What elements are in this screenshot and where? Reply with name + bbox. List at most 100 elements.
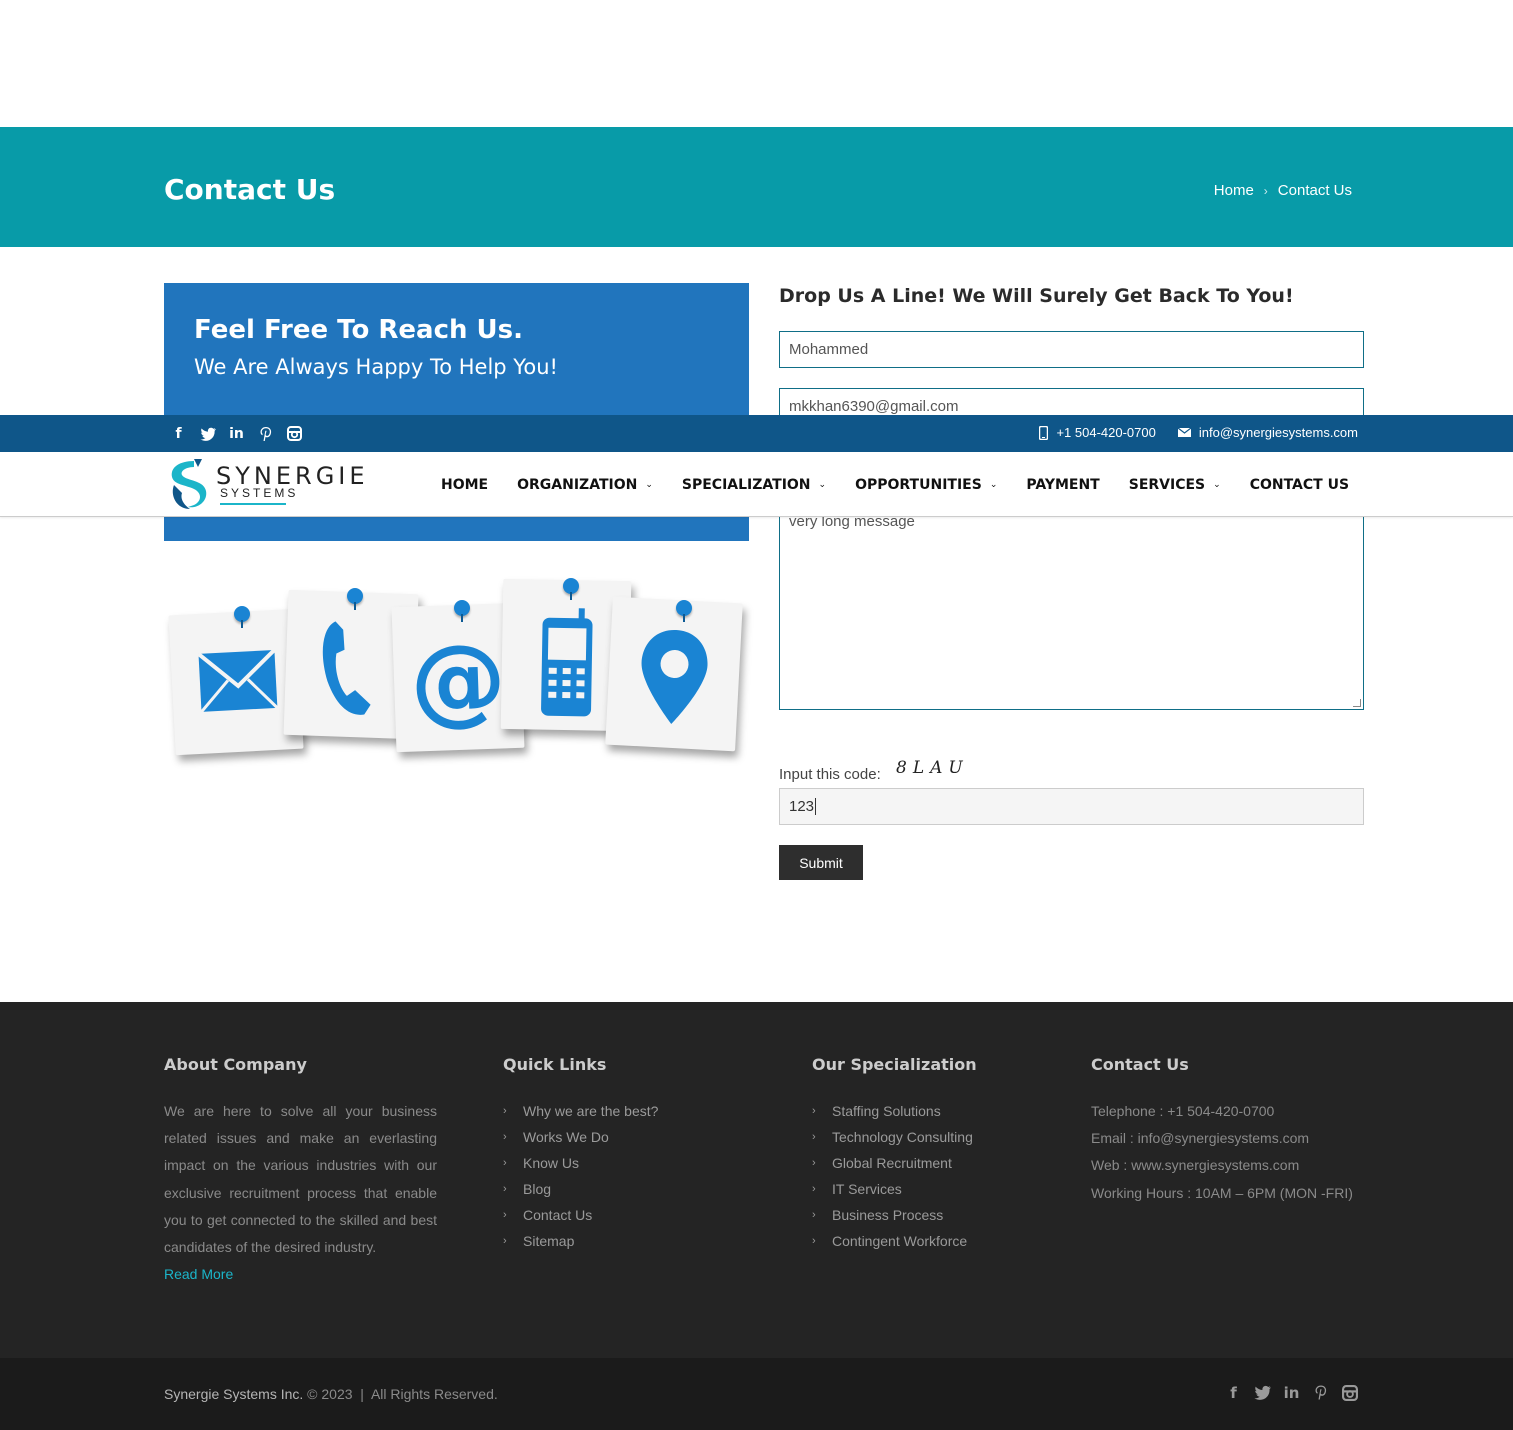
reach-us-title: Feel Free To Reach Us. (194, 315, 524, 345)
location-note (605, 596, 743, 752)
footer-quick-links-title: Quick Links (503, 1055, 607, 1074)
nav-item-label: OPPORTUNITIES (855, 477, 982, 493)
copyright-text: © 2023 | All Rights Reserved. (303, 1386, 498, 1402)
specialization-link-item[interactable]: › Technology Consulting (812, 1124, 973, 1150)
quick-link-item-label: Contact Us (523, 1207, 593, 1223)
chevron-down-icon: ⌄ (1213, 480, 1221, 490)
bottom-social-links: f in (1225, 1384, 1358, 1402)
pushpin-icon (234, 606, 250, 628)
captcha-input[interactable]: 123 (779, 788, 1364, 825)
nav-item-organization[interactable]: ORGANIZATION ⌄ (517, 477, 653, 493)
captcha-input-text: 123 (789, 798, 815, 815)
footer-contact-item: Telephone : +1 504-420-0700 (1091, 1103, 1275, 1119)
reach-us-subtitle: We Are Always Happy To Help You! (194, 355, 558, 379)
chevron-right-icon: › (812, 1183, 816, 1195)
chevron-down-icon: ⌄ (645, 480, 653, 490)
top-contact-info: +1 504-420-0700 info@synergiesystems.com (1039, 425, 1358, 440)
footer-contact-item: Email : info@synergiesystems.com (1091, 1130, 1310, 1147)
main-navbar: SYNERGIE SYSTEMS HOME ORGANIZATION ⌄ SPECIA… (0, 452, 1513, 517)
logo-s-mark-icon (171, 459, 207, 509)
top-phone[interactable]: +1 504-420-0700 (1039, 425, 1156, 440)
instagram-icon[interactable] (1341, 1384, 1358, 1401)
quick-link-item-label: Why we are the best? (523, 1103, 659, 1119)
copyright: Synergie Systems Inc. © 2023 | All Right… (164, 1386, 498, 1402)
linkedin-icon[interactable]: in (228, 425, 245, 442)
nav-item-contact-us[interactable]: CONTACT US (1250, 477, 1349, 493)
quick-link-item[interactable]: › Why we are the best? (503, 1098, 658, 1124)
nav-item-label: HOME (441, 477, 489, 493)
footer-specialization-title: Our Specialization (812, 1055, 977, 1074)
chevron-right-icon: › (812, 1235, 816, 1247)
quick-links-list: › Why we are the best? › Works We Do › Know U… (503, 1098, 658, 1254)
chevron-right-icon: › (503, 1209, 507, 1221)
facebook-icon[interactable]: f (1225, 1384, 1242, 1402)
captcha-image: 8LAU (896, 758, 969, 778)
specialization-link-item[interactable]: › IT Services (812, 1176, 973, 1202)
email-input[interactable]: mkkhan6390@gmail.com (779, 388, 1364, 418)
resize-handle[interactable] (1353, 699, 1361, 707)
breadcrumb-current: Contact Us (1277, 182, 1352, 199)
specialization-link-item[interactable]: › Staffing Solutions (812, 1098, 973, 1124)
footer-bottom-bar: Synergie Systems Inc. © 2023 | All Right… (0, 1358, 1513, 1430)
chevron-right-icon: › (812, 1131, 816, 1143)
chevron-right-icon: › (812, 1157, 816, 1169)
chevron-down-icon: ⌄ (989, 480, 998, 490)
message-textarea[interactable]: very long message (779, 500, 1364, 710)
chevron-right-icon: › (812, 1105, 816, 1117)
nav-item-home[interactable]: HOME (441, 477, 488, 493)
quick-link-item[interactable]: › Works We Do (503, 1124, 658, 1150)
footer-contact-list: Telephone : +1 504-420-0700 Email : info@… (1091, 1098, 1353, 1207)
text-caret (815, 798, 817, 815)
nav-item-label: PAYMENT (1026, 477, 1100, 493)
quick-link-item-label: Sitemap (523, 1233, 575, 1249)
breadcrumb-home-link[interactable]: Home (1214, 182, 1254, 199)
top-email-text: info@synergiesystems.com (1198, 425, 1358, 440)
pushpin-icon (563, 578, 579, 600)
quick-link-item[interactable]: › Blog (503, 1176, 658, 1202)
submit-button[interactable]: Submit (779, 845, 863, 880)
specialization-link-item-label: Technology Consulting (832, 1129, 973, 1145)
breadcrumb: Home › Contact Us (1214, 182, 1352, 199)
linkedin-icon[interactable]: in (1283, 1384, 1300, 1402)
chevron-down-icon: ⌄ (818, 480, 827, 490)
top-email[interactable]: info@synergiesystems.com (1177, 425, 1358, 440)
nav-item-services[interactable]: SERVICES ⌄ (1129, 477, 1221, 493)
quick-link-item[interactable]: › Contact Us (503, 1202, 658, 1228)
logo-underline (220, 503, 286, 505)
main-menu: HOME ORGANIZATION ⌄ SPECIALIZATION ⌄ OPPORTUN… (441, 477, 1349, 493)
quick-link-item-label: Works We Do (523, 1129, 609, 1145)
twitter-icon[interactable] (199, 425, 216, 442)
nav-item-label: ORGANIZATION (517, 477, 638, 493)
name-input[interactable]: Mohammed (779, 331, 1364, 368)
nav-item-payment[interactable]: PAYMENT (1026, 477, 1099, 493)
pinterest-icon[interactable] (257, 425, 274, 442)
read-more-link[interactable]: Read More (164, 1266, 233, 1282)
top-phone-text: +1 504-420-0700 (1056, 425, 1156, 440)
specialization-link-item[interactable]: › Global Recruitment (812, 1150, 973, 1176)
top-social-links: f in (170, 425, 303, 442)
specialization-link-item[interactable]: › Contingent Workforce (812, 1228, 973, 1254)
footer-about-text: We are here to solve all your business r… (164, 1103, 437, 1256)
pushpin-icon (347, 588, 363, 610)
specialization-link-item[interactable]: › Business Process (812, 1202, 973, 1228)
footer-about-title: About Company (164, 1055, 307, 1074)
nav-item-label: SPECIALIZATION (681, 477, 811, 493)
nav-item-specialization[interactable]: SPECIALIZATION ⌄ (682, 477, 826, 493)
specialization-link-item-label: Staffing Solutions (832, 1103, 941, 1119)
page-title-banner: Contact Us Home › Contact Us (0, 127, 1513, 247)
chevron-right-icon: › (503, 1235, 507, 1247)
site-logo[interactable]: SYNERGIE SYSTEMS (164, 455, 365, 513)
instagram-icon[interactable] (286, 425, 303, 442)
pushpin-icon (676, 600, 692, 622)
nav-item-label: CONTACT US (1249, 477, 1350, 493)
nav-item-opportunities[interactable]: OPPORTUNITIES ⌄ (855, 477, 997, 493)
mail-icon (1177, 428, 1191, 437)
chevron-right-icon: › (503, 1131, 507, 1143)
quick-link-item[interactable]: › Know Us (503, 1150, 658, 1176)
pinterest-icon[interactable] (1312, 1384, 1329, 1401)
chevron-right-icon: › (812, 1209, 816, 1221)
facebook-icon[interactable]: f (170, 425, 187, 442)
chevron-right-icon: › (503, 1183, 507, 1195)
twitter-icon[interactable] (1254, 1384, 1271, 1401)
quick-link-item[interactable]: › Sitemap (503, 1228, 658, 1254)
